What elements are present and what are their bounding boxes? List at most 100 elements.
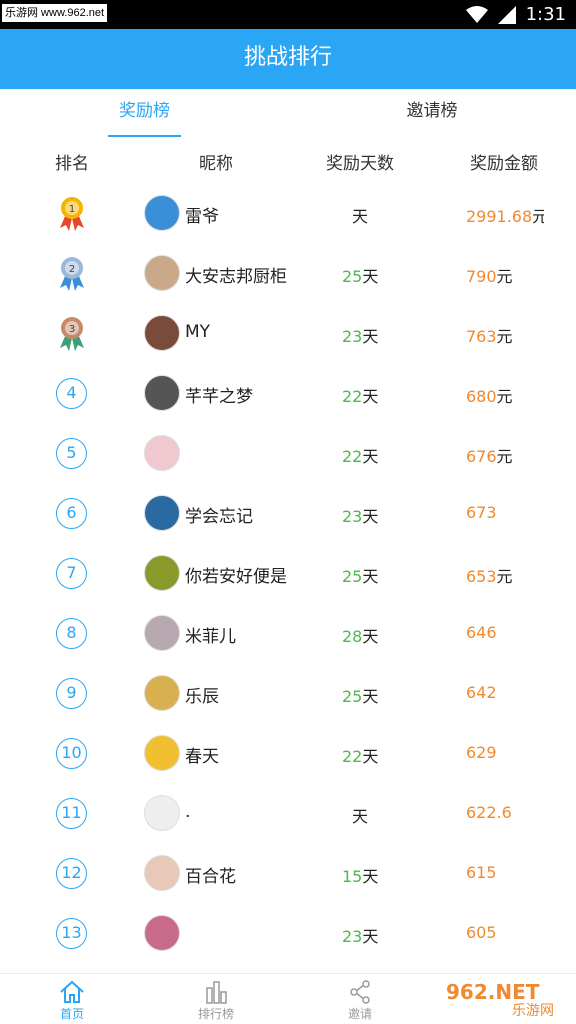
tab-bar: 奖励榜 邀请榜: [0, 89, 576, 137]
nickname: .: [185, 802, 191, 822]
nickname: 芊芊之梦: [185, 387, 253, 407]
amount-value: 680: [466, 387, 497, 406]
days-value: 25: [342, 267, 363, 286]
reward-amount: 673: [466, 503, 544, 522]
rank-badge: 11: [56, 798, 87, 829]
table-row[interactable]: 7 你若安好便是 25天 653元: [0, 543, 576, 603]
rank-badge: 7: [56, 558, 87, 589]
table-row[interactable]: 13 23天 605: [0, 903, 576, 963]
days-unit: 天: [352, 807, 369, 826]
svg-text:1: 1: [69, 204, 75, 215]
reward-amount: 622.6: [466, 803, 544, 822]
amount-value: 615: [466, 863, 497, 882]
reward-days: 25天: [342, 683, 378, 707]
avatar: [144, 675, 180, 711]
reward-days: 23天: [342, 923, 378, 947]
signal-icon: [497, 5, 516, 24]
rank-badge: 13: [56, 918, 87, 949]
medal-icon: 3: [56, 316, 88, 352]
table-row[interactable]: 5 22天 676元: [0, 423, 576, 483]
amount-unit: 元: [496, 327, 513, 346]
nickname: 乐辰: [185, 687, 219, 707]
reward-days: 23天: [342, 323, 378, 347]
rank-badge: 8: [56, 618, 87, 649]
table-row[interactable]: 9 乐辰 25天 642: [0, 663, 576, 723]
medal-icon: 2: [56, 256, 88, 292]
tab-reward-ranking[interactable]: 奖励榜: [108, 89, 181, 137]
avatar: [144, 195, 180, 231]
column-amount: 奖励金额: [470, 154, 538, 174]
home-icon: [32, 980, 112, 1004]
amount-value: 676: [466, 447, 497, 466]
days-value: 22: [342, 747, 363, 766]
status-bar: 乐游网 www.962.net 1:31: [0, 0, 576, 29]
amount-value: 673: [466, 503, 497, 522]
rank-badge: 6: [56, 498, 87, 529]
days-unit: 天: [362, 867, 379, 886]
days-unit: 天: [362, 327, 379, 346]
table-row[interactable]: 2 大安志邦厨柜 25天 790元: [0, 243, 576, 303]
logo-subtext: 乐游网: [512, 1003, 554, 1019]
amount-value: 653: [466, 567, 497, 586]
amount-value: 763: [466, 327, 497, 346]
days-value: 22: [342, 387, 363, 406]
reward-amount: 653元: [466, 563, 544, 587]
table-row[interactable]: 8 米菲儿 28天 646: [0, 603, 576, 663]
days-unit: 天: [362, 567, 379, 586]
days-unit: 天: [362, 627, 379, 646]
table-row[interactable]: 4 芊芊之梦 22天 680元: [0, 363, 576, 423]
column-rank: 排名: [55, 154, 89, 174]
amount-unit: 元: [496, 567, 513, 586]
tab-invite-ranking[interactable]: 邀请榜: [380, 89, 484, 137]
avatar: [144, 315, 180, 351]
reward-days: 25天: [342, 263, 378, 287]
reward-amount: 605: [466, 923, 544, 942]
table-row[interactable]: 11. 天 622.6: [0, 783, 576, 843]
reward-days: 22天: [342, 383, 378, 407]
avatar: [144, 615, 180, 651]
days-unit: 天: [362, 447, 379, 466]
watermark-label: 乐游网 www.962.net: [2, 4, 108, 22]
nav-invite[interactable]: 邀请: [320, 974, 400, 1024]
reward-days: 28天: [342, 623, 378, 647]
days-value: 25: [342, 567, 363, 586]
reward-days: 22天: [342, 743, 378, 767]
wifi-icon: [465, 5, 488, 24]
reward-amount: 642: [466, 683, 544, 702]
medal-icon: 1: [56, 196, 88, 232]
nav-invite-label: 邀请: [347, 1007, 372, 1021]
table-row[interactable]: 1 雷爷 天 2991.68元: [0, 183, 576, 243]
column-nickname: 昵称: [199, 154, 233, 174]
reward-days: 15天: [342, 863, 378, 887]
logo-text: 962.NET: [446, 980, 540, 1004]
page-title: 挑战排行: [0, 29, 576, 89]
table-row[interactable]: 6 学会忘记 23天 673: [0, 483, 576, 543]
share-icon: [320, 980, 400, 1004]
table-row[interactable]: 12 百合花 15天 615: [0, 843, 576, 903]
nickname: 米菲儿: [185, 627, 236, 647]
reward-amount: 646: [466, 623, 544, 642]
reward-amount: 615: [466, 863, 544, 882]
rank-badge: 9: [56, 678, 87, 709]
avatar: [144, 855, 180, 891]
reward-days: 23天: [342, 503, 378, 527]
days-unit: 天: [352, 207, 369, 226]
nav-ranking[interactable]: 排行榜: [176, 974, 256, 1024]
column-days: 奖励天数: [326, 154, 394, 174]
reward-days: 22天: [342, 443, 378, 467]
reward-days: 25天: [342, 563, 378, 587]
table-row[interactable]: 10 春天 22天 629: [0, 723, 576, 783]
amount-unit: 元: [532, 207, 544, 226]
reward-days: 天: [352, 803, 368, 827]
ranking-list: 1 雷爷天 2991.68元 2 大安志邦厨柜 25天 790元 3 MY 23天 763元 4 芊芊之…: [0, 183, 576, 973]
avatar: [144, 795, 180, 831]
days-unit: 天: [362, 747, 379, 766]
nav-home[interactable]: 首页: [32, 974, 112, 1024]
amount-value: 2991.68: [466, 207, 533, 226]
table-row[interactable]: 3 MY 23天 763元: [0, 303, 576, 363]
nav-home-label: 首页: [59, 1007, 84, 1021]
avatar: [144, 435, 180, 471]
nickname: 雷爷: [185, 207, 219, 227]
nickname: 春天: [185, 747, 219, 767]
days-value: 23: [342, 327, 363, 346]
